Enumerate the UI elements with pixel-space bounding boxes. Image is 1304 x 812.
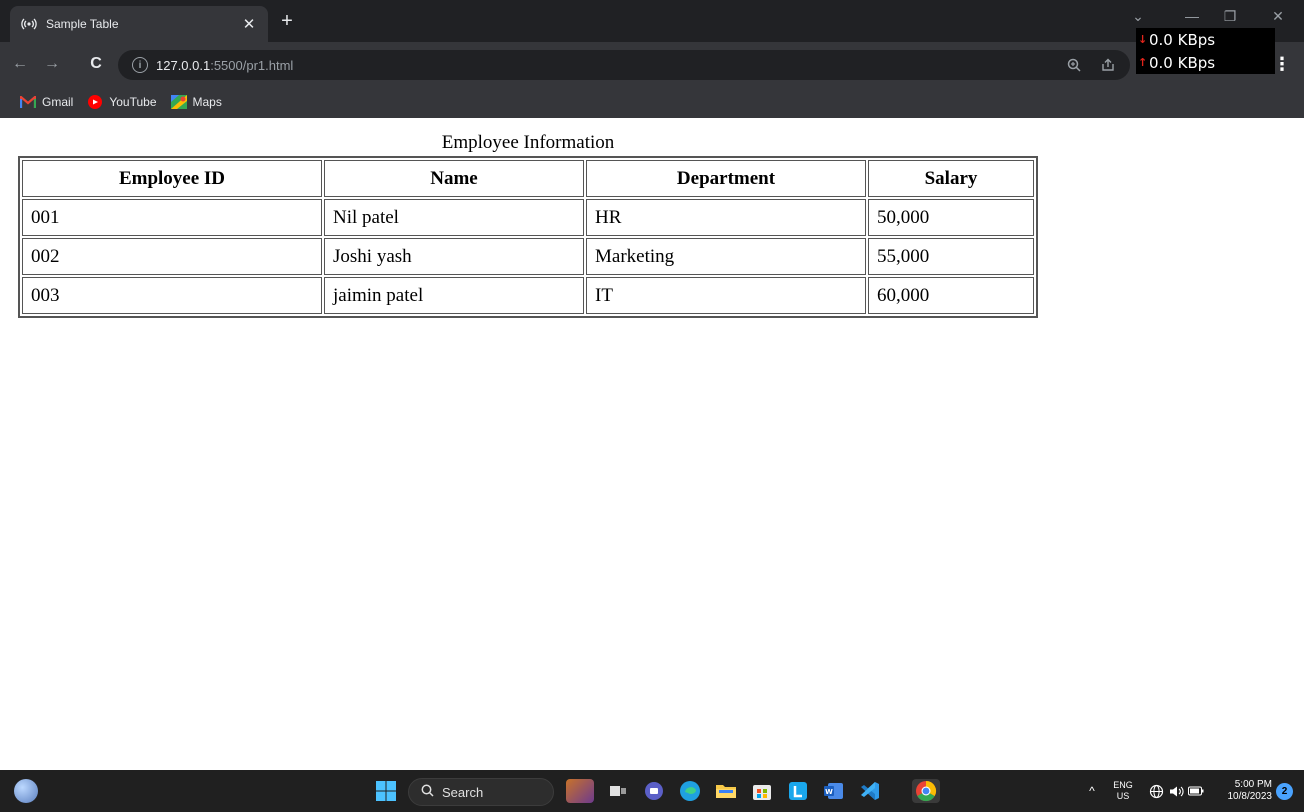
download-speed: 0.0 KBps xyxy=(1149,30,1216,49)
clock[interactable]: 5:00 PM 10/8/2023 xyxy=(1212,770,1273,812)
network-icon[interactable] xyxy=(1146,770,1166,812)
search-highlight-icon[interactable] xyxy=(566,779,594,803)
table-row: 001 Nil patel HR 50,000 xyxy=(22,199,1034,236)
header-salary: Salary xyxy=(868,160,1034,197)
search-icon xyxy=(421,784,434,800)
minimize-button[interactable]: — xyxy=(1182,8,1202,24)
language-indicator[interactable]: ENG US xyxy=(1108,770,1138,812)
cell-department: IT xyxy=(586,277,866,314)
cell-name: Nil patel xyxy=(324,199,584,236)
forward-button[interactable]: → xyxy=(40,52,64,76)
volume-icon[interactable] xyxy=(1166,770,1186,812)
taskbar-search[interactable]: Search xyxy=(408,778,554,806)
edge-browser-icon[interactable] xyxy=(678,779,702,803)
l-app-icon[interactable] xyxy=(786,779,810,803)
maps-icon xyxy=(170,95,187,109)
info-icon[interactable]: i xyxy=(132,57,148,73)
microsoft-store-icon[interactable] xyxy=(750,779,774,803)
broadcast-icon xyxy=(20,15,38,33)
chrome-icon[interactable] xyxy=(912,779,940,803)
zoom-icon[interactable] xyxy=(1062,53,1086,77)
bookmark-label: Gmail xyxy=(42,95,74,109)
tab-search-icon[interactable]: ⌄ xyxy=(1128,8,1148,25)
page-content: Employee Information Employee ID Name De… xyxy=(0,118,1304,770)
region-code: US xyxy=(1116,791,1130,801)
header-name: Name xyxy=(324,160,584,197)
battery-icon[interactable] xyxy=(1186,770,1206,812)
windows-taskbar: Search W ^ ENG US 5:00 PM 10/8/2023 2 xyxy=(0,770,1304,812)
teams-chat-icon[interactable] xyxy=(642,779,666,803)
bookmark-youtube[interactable]: YouTube xyxy=(87,95,157,109)
browser-tab[interactable]: Sample Table ✕ xyxy=(10,6,268,42)
bookmark-gmail[interactable]: Gmail xyxy=(20,95,73,109)
vscode-icon[interactable] xyxy=(858,779,882,803)
show-hidden-icons[interactable]: ^ xyxy=(1082,770,1102,812)
upload-speed: 0.0 KBps xyxy=(1149,53,1216,72)
url-path: :5500/pr1.html xyxy=(210,57,294,73)
new-tab-button[interactable]: + xyxy=(276,10,298,32)
tab-strip: Sample Table ✕ + ⌄ — ❐ ✕ xyxy=(0,0,1304,42)
table-caption: Employee Information xyxy=(441,132,615,153)
cell-name: jaimin patel xyxy=(324,277,584,314)
file-explorer-icon[interactable] xyxy=(714,779,738,803)
task-view-icon[interactable] xyxy=(606,779,630,803)
share-icon[interactable] xyxy=(1096,53,1120,77)
cell-salary: 50,000 xyxy=(868,199,1034,236)
windows-start-icon[interactable] xyxy=(374,779,398,803)
cell-department: HR xyxy=(586,199,866,236)
notification-badge[interactable]: 2 xyxy=(1276,783,1293,800)
bookmark-maps[interactable]: Maps xyxy=(170,95,222,109)
search-label: Search xyxy=(442,784,484,800)
back-button[interactable]: ← xyxy=(8,52,32,76)
svg-text:W: W xyxy=(825,788,833,796)
tab-title: Sample Table xyxy=(46,17,119,31)
url-host: 127.0.0.1 xyxy=(156,57,211,73)
table-row: 002 Joshi yash Marketing 55,000 xyxy=(22,238,1034,275)
gmail-icon xyxy=(20,95,36,109)
cell-employee-id: 003 xyxy=(22,277,322,314)
lang-code: ENG xyxy=(1113,780,1133,790)
download-arrow-icon: ↓ xyxy=(1138,33,1148,46)
header-employee-id: Employee ID xyxy=(22,160,322,197)
bookmark-label: YouTube xyxy=(109,95,157,109)
menu-kebab-icon[interactable]: ⋮ xyxy=(1272,52,1292,76)
network-speed-overlay: ↓ 0.0 KBps ↑ 0.0 KBps xyxy=(1136,28,1275,74)
restore-button[interactable]: ❐ xyxy=(1220,8,1240,25)
header-department: Department xyxy=(586,160,866,197)
cell-employee-id: 001 xyxy=(22,199,322,236)
upload-arrow-icon: ↑ xyxy=(1138,56,1148,69)
employee-table: Employee Information Employee ID Name De… xyxy=(18,132,1038,318)
clock-date: 10/8/2023 xyxy=(1227,791,1273,802)
youtube-icon xyxy=(87,95,103,109)
weather-widget-icon[interactable] xyxy=(14,779,38,803)
bookmarks-bar: Gmail YouTube Maps xyxy=(0,86,1304,118)
reload-button[interactable]: C xyxy=(84,52,108,76)
table-header-row: Employee ID Name Department Salary xyxy=(22,160,1034,197)
address-bar[interactable]: i 127.0.0.1:5500/pr1.html xyxy=(118,50,1130,80)
close-tab-icon[interactable]: ✕ xyxy=(240,15,258,33)
table-row: 003 jaimin patel IT 60,000 xyxy=(22,277,1034,314)
clock-time: 5:00 PM xyxy=(1234,779,1272,790)
close-window-button[interactable]: ✕ xyxy=(1268,8,1288,25)
cell-employee-id: 002 xyxy=(22,238,322,275)
bookmark-label: Maps xyxy=(192,95,222,109)
cell-salary: 55,000 xyxy=(868,238,1034,275)
word-icon[interactable]: W xyxy=(822,779,846,803)
cell-name: Joshi yash xyxy=(324,238,584,275)
cell-salary: 60,000 xyxy=(868,277,1034,314)
cell-department: Marketing xyxy=(586,238,866,275)
